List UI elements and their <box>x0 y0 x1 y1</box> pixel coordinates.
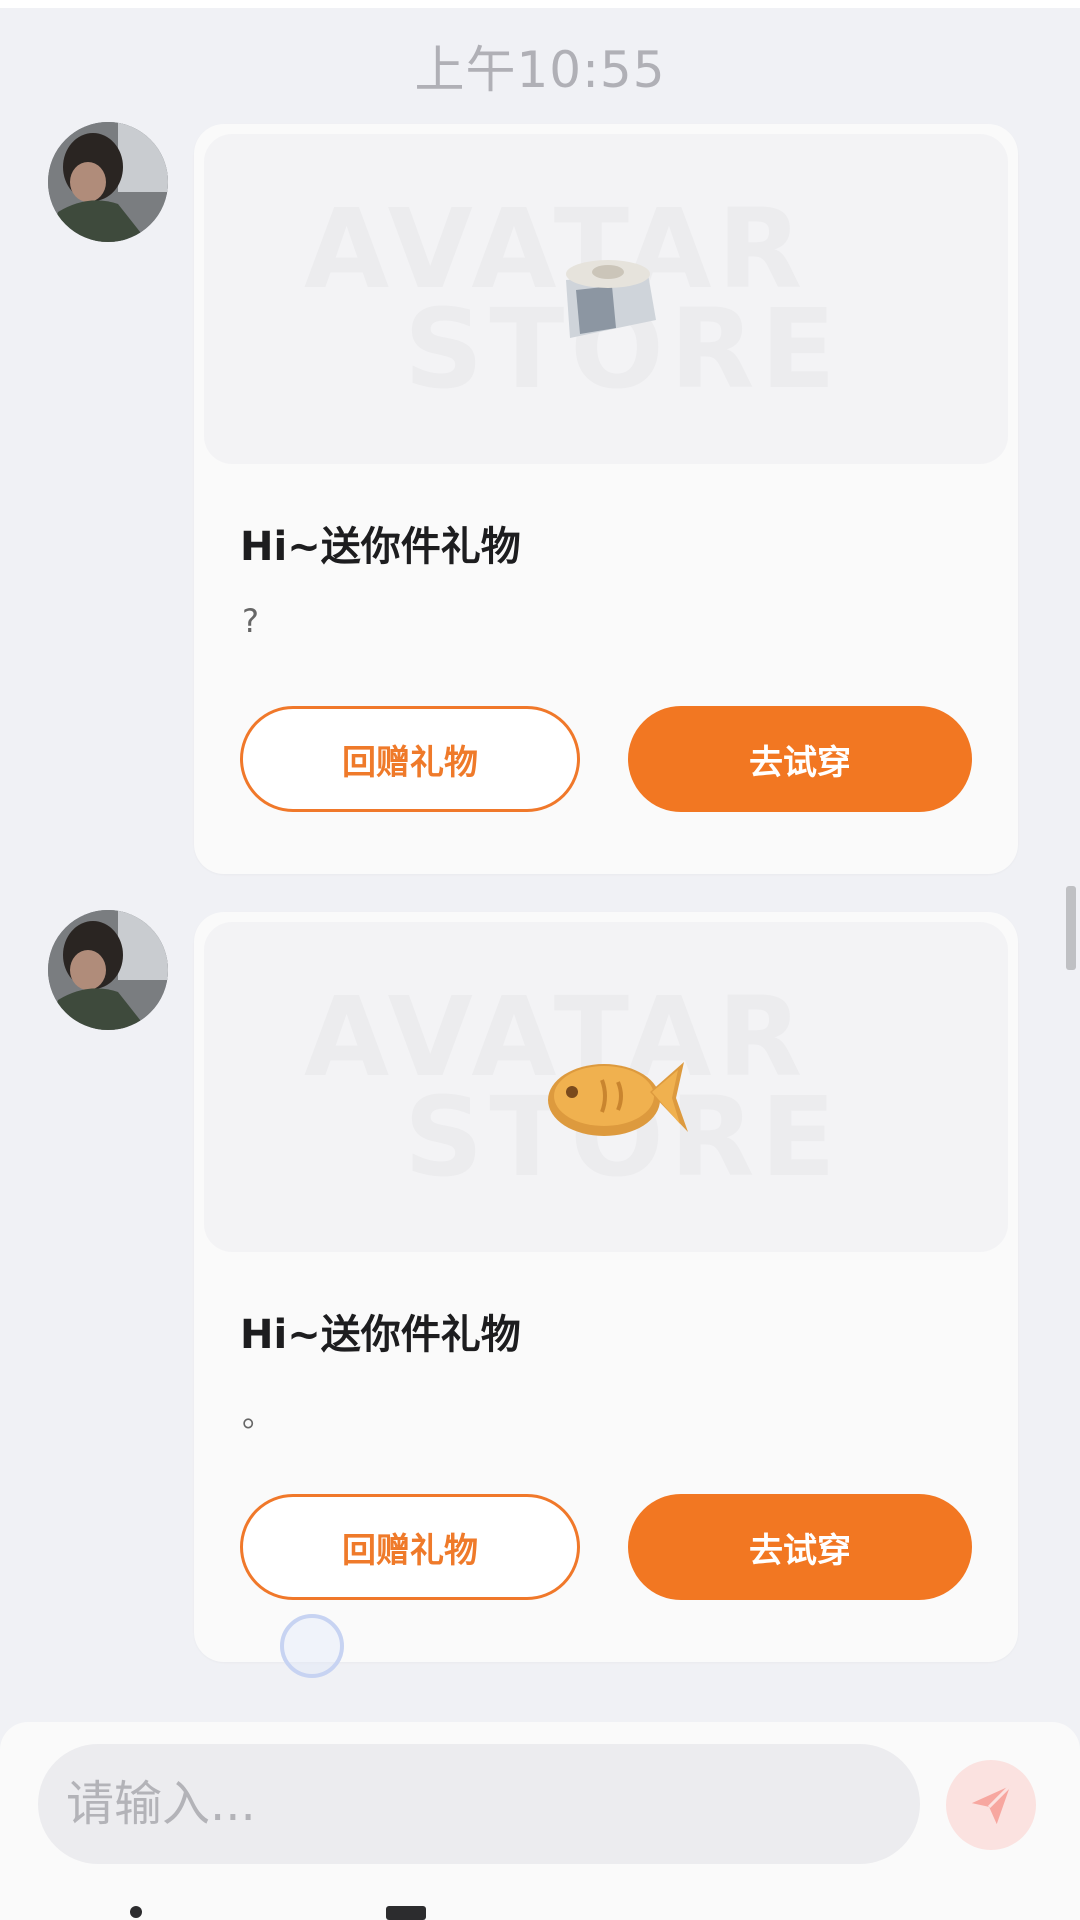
toolbar-icon[interactable] <box>130 1906 142 1918</box>
try-on-button[interactable]: 去试穿 <box>628 1494 972 1600</box>
gift-subtitle: 。 <box>242 1396 275 1434</box>
gift-title: Hi~送你件礼物 <box>240 1312 521 1358</box>
send-button[interactable] <box>946 1760 1036 1850</box>
gift-message-card: AVATAR STORE Hi~送你件礼物 。 回赠礼物 去试穿 <box>194 912 1018 1662</box>
send-icon <box>971 1784 1012 1825</box>
touch-indicator <box>280 1614 344 1678</box>
fish-cookie-gift-icon <box>548 1062 688 1136</box>
message-input[interactable] <box>38 1744 920 1864</box>
status-strip <box>0 0 1080 8</box>
try-on-button[interactable]: 去试穿 <box>628 706 972 812</box>
sender-avatar[interactable] <box>48 910 168 1030</box>
sender-avatar[interactable] <box>48 122 168 242</box>
message-timestamp: 上午10:55 <box>414 41 666 99</box>
hat-gift-icon <box>566 260 656 338</box>
gift-image-area: AVATAR STORE <box>204 922 1008 1252</box>
gift-image-area: AVATAR STORE <box>204 134 1008 464</box>
gift-title: Hi~送你件礼物 <box>240 524 521 570</box>
return-gift-button[interactable]: 回赠礼物 <box>240 706 580 812</box>
scrollbar-thumb[interactable] <box>1066 886 1076 970</box>
toolbar-icon[interactable] <box>386 1906 426 1920</box>
gift-subtitle: ? <box>242 602 259 640</box>
message-composer <box>0 1722 1080 1920</box>
chat-screen: 上午10:55 AVATAR STORE Hi~送你件礼物 ? 回赠礼物 去试穿 <box>0 0 1080 1920</box>
gift-message-card: AVATAR STORE Hi~送你件礼物 ? 回赠礼物 去试穿 <box>194 124 1018 874</box>
return-gift-button[interactable]: 回赠礼物 <box>240 1494 580 1600</box>
